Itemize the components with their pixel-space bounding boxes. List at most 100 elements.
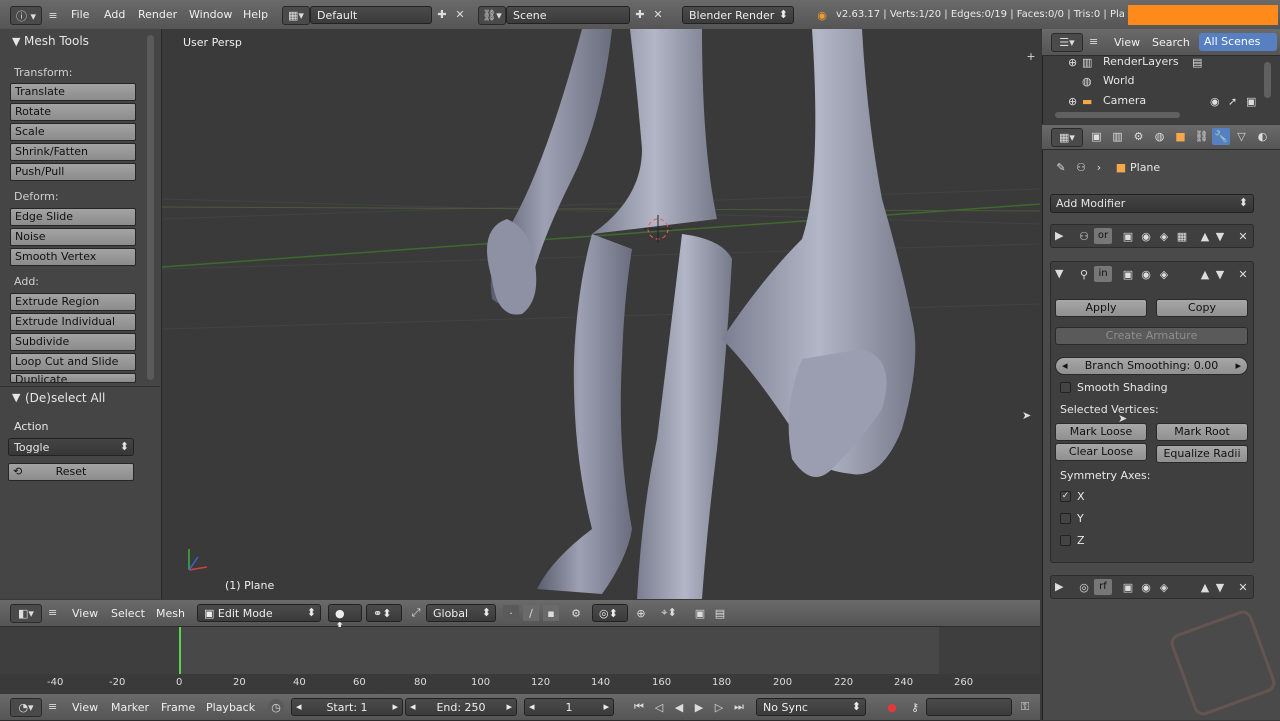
cage-toggle-icon[interactable]: ▦ <box>1174 228 1190 244</box>
jump-keyframe-forward-icon[interactable]: ▷ <box>710 699 728 715</box>
jump-start-icon[interactable]: ⏮ <box>630 699 648 715</box>
noise-button[interactable]: Noise <box>10 228 136 246</box>
sync-dropdown[interactable]: No Sync ⬍ <box>756 698 866 716</box>
edge-slide-button[interactable]: Edge Slide <box>10 208 136 226</box>
end-frame-field[interactable]: ◂ End: 250 ▸ <box>405 698 517 716</box>
material-tab-icon[interactable]: ◐ <box>1254 129 1271 144</box>
render-layers-tab-icon[interactable]: ▥ <box>1109 129 1126 144</box>
scale-button[interactable]: Scale <box>10 123 136 141</box>
apply-button[interactable]: Apply <box>1055 299 1147 317</box>
remove-scene-icon[interactable]: ✕ <box>650 6 666 23</box>
push-pull-button[interactable]: Push/Pull <box>10 163 136 181</box>
mesh-tools-panel-header[interactable]: ▼ Mesh Tools <box>12 34 142 48</box>
viewport-region-icon[interactable]: + <box>1026 50 1036 63</box>
add-scene-icon[interactable]: ✚ <box>632 6 648 23</box>
outliner-row[interactable]: ⊕ ▬ Camera ◉ ➚ ▣ <box>1068 93 1262 111</box>
move-up-icon[interactable]: ▲ <box>1198 266 1212 282</box>
shrink-fatten-button[interactable]: Shrink/Fatten <box>10 143 136 161</box>
keying-set-field[interactable] <box>926 698 1012 716</box>
expand-triangle-icon[interactable]: ▶ <box>1055 580 1063 593</box>
jump-end-icon[interactable]: ⏭ <box>730 699 748 715</box>
mode-dropdown[interactable]: ▣ Edit Mode ⬍ <box>197 604 321 622</box>
add-screen-icon[interactable]: ✚ <box>434 6 450 23</box>
collapse-menu-icon[interactable]: ≡ <box>48 700 57 713</box>
editor-type-icon[interactable]: ◔▾ <box>10 698 42 717</box>
copy-button[interactable]: Copy <box>1156 299 1248 317</box>
limit-selection-icon[interactable]: ⚙ <box>567 605 585 621</box>
collapse-menu-icon[interactable]: ≡ <box>1089 35 1098 48</box>
play-icon[interactable]: ▶ <box>690 699 708 715</box>
menu-file[interactable]: File <box>71 8 89 21</box>
object-tab-icon[interactable]: ■ <box>1172 129 1189 144</box>
visibility-eye-icon[interactable]: ◉ <box>1210 95 1220 108</box>
move-up-icon[interactable]: ▲ <box>1198 228 1212 244</box>
modifiers-tab-icon[interactable]: 🔧 <box>1212 128 1230 145</box>
pin-icon[interactable]: ✎ <box>1054 160 1068 174</box>
timeline-area[interactable] <box>0 627 1040 693</box>
modifier-name-field[interactable]: rf <box>1094 579 1112 595</box>
selectable-cursor-icon[interactable]: ➚ <box>1228 95 1237 108</box>
render-tab-icon[interactable]: ▣ <box>1088 129 1105 144</box>
menu-view[interactable]: View <box>72 607 98 620</box>
3d-viewport[interactable]: User Persp (1) Plane + ➤ <box>162 29 1040 599</box>
modifier-name-field[interactable]: in <box>1094 266 1112 282</box>
vertex-select-icon[interactable]: · <box>503 605 519 621</box>
add-modifier-dropdown[interactable]: Add Modifier ⬍ <box>1050 194 1254 213</box>
collapse-menu-icon[interactable]: ≡ <box>48 8 58 22</box>
modifier-name-field[interactable]: or <box>1094 228 1112 244</box>
snap-icon[interactable]: ⊕ <box>632 605 650 621</box>
editor-type-icon[interactable]: ⓘ ▾ <box>10 6 42 25</box>
world-tab-icon[interactable]: ◍ <box>1151 129 1168 144</box>
render-animation-icon[interactable]: ▤ <box>712 605 728 621</box>
menu-view[interactable]: View <box>72 701 98 714</box>
render-preview-icon[interactable]: ▣ <box>692 605 708 621</box>
smooth-vertex-button[interactable]: Smooth Vertex <box>10 248 136 266</box>
render-toggle-icon[interactable]: ▣ <box>1120 579 1136 595</box>
outliner-scrollbar[interactable] <box>1264 62 1271 98</box>
outliner-hscrollbar[interactable] <box>1055 112 1180 118</box>
equalize-radii-button[interactable]: Equalize Radii <box>1156 445 1248 463</box>
action-dropdown[interactable]: Toggle ⬍ <box>8 438 134 456</box>
translate-button[interactable]: Translate <box>10 83 136 101</box>
smooth-shading-checkbox[interactable] <box>1060 382 1071 393</box>
render-toggle-icon[interactable]: ▣ <box>1120 228 1136 244</box>
reset-button[interactable]: ⟲ Reset <box>8 463 134 481</box>
move-down-icon[interactable]: ▼ <box>1213 266 1227 282</box>
viewport-shading-dropdown[interactable]: ● ⬍ <box>328 604 362 633</box>
record-icon[interactable]: ● <box>884 699 900 715</box>
remove-modifier-icon[interactable]: ✕ <box>1236 228 1250 244</box>
snap-target-icon[interactable]: ⌖⬍ <box>654 605 684 621</box>
playhead[interactable] <box>179 627 181 674</box>
proportional-edit-dropdown[interactable]: ◎⬍ <box>592 604 628 622</box>
pivot-point-dropdown[interactable]: ⚭⬍ <box>366 604 402 622</box>
outliner-row[interactable]: ⊕ ▥ RenderLayers ▤ <box>1068 54 1262 72</box>
outliner-menu-view[interactable]: View <box>1114 36 1140 49</box>
remove-screen-icon[interactable]: ✕ <box>452 6 468 23</box>
insert-keyframe-icon[interactable]: ⚿ <box>1016 699 1034 715</box>
menu-add[interactable]: Add <box>104 8 125 21</box>
outliner-row[interactable]: ◍ World <box>1068 73 1262 91</box>
keying-set-icon[interactable]: ⚷ <box>906 699 924 715</box>
play-reverse-icon[interactable]: ◀ <box>670 699 688 715</box>
viewport-toggle-icon[interactable]: ◉ <box>1138 228 1154 244</box>
screen-layout-icon[interactable]: ▦▾ <box>282 6 310 25</box>
edge-select-icon[interactable]: / <box>523 605 539 621</box>
start-frame-field[interactable]: ◂ Start: 1 ▸ <box>291 698 403 716</box>
mark-loose-button[interactable]: Mark Loose <box>1055 423 1147 441</box>
menu-select[interactable]: Select <box>111 607 145 620</box>
create-armature-button[interactable]: Create Armature <box>1055 327 1248 345</box>
rotate-button[interactable]: Rotate <box>10 103 136 121</box>
editmode-toggle-icon[interactable]: ◈ <box>1156 579 1172 595</box>
render-toggle-icon[interactable]: ▣ <box>1120 266 1136 282</box>
expand-triangle-icon[interactable]: ▼ <box>1055 267 1063 280</box>
symmetry-y-checkbox[interactable] <box>1060 513 1071 524</box>
current-frame-field[interactable]: ◂ 1 ▸ <box>524 698 614 716</box>
move-down-icon[interactable]: ▼ <box>1213 228 1227 244</box>
tool-shelf-scrollbar[interactable] <box>147 35 154 380</box>
data-tab-icon[interactable]: ▽ <box>1233 129 1250 144</box>
remove-modifier-icon[interactable]: ✕ <box>1236 579 1250 595</box>
constraints-tab-icon[interactable]: ⛓ <box>1193 129 1210 144</box>
manipulator-icon[interactable]: ⤢ <box>407 605 425 621</box>
duplicate-button[interactable]: Duplicate <box>10 373 136 383</box>
menu-playback[interactable]: Playback <box>206 701 255 714</box>
